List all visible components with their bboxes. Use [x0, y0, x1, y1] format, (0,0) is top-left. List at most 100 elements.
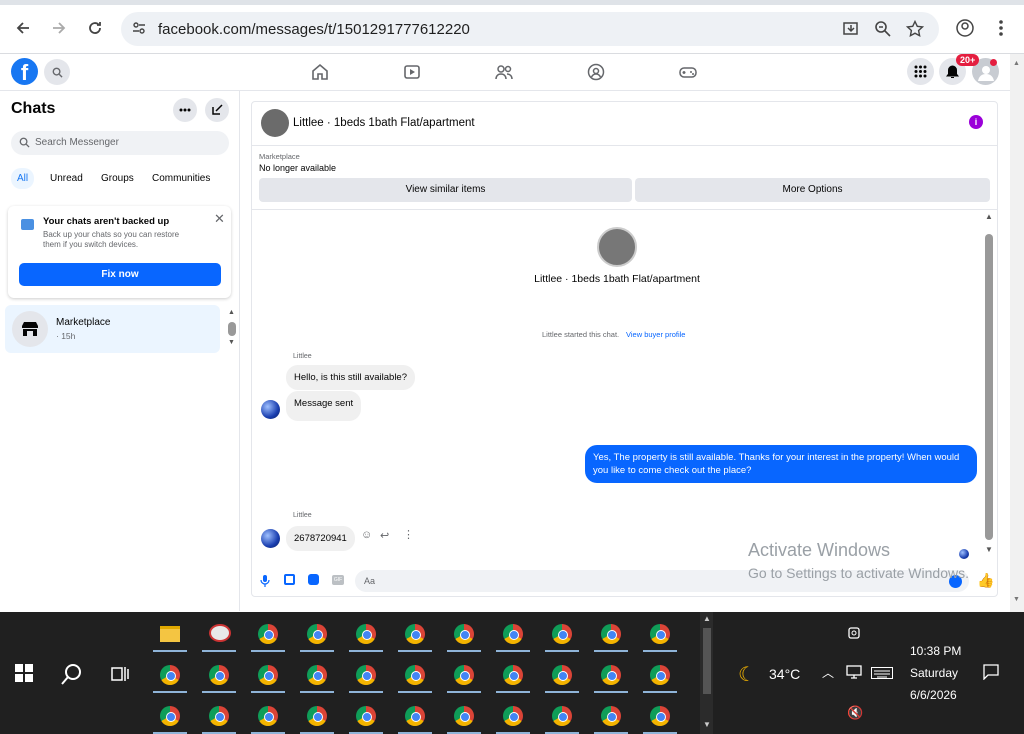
chrome-profile-icon[interactable] [650, 665, 670, 685]
microphone-icon[interactable] [260, 574, 270, 587]
volume-muted-icon[interactable]: 🔇 [847, 705, 863, 721]
chrome-profile-icon[interactable] [356, 706, 376, 726]
chrome-profile-icon[interactable] [601, 624, 621, 644]
chrome-profile-icon[interactable] [503, 706, 523, 726]
chrome-profile-icon[interactable] [356, 665, 376, 685]
scroll-down-arrow-icon[interactable]: ▼ [985, 545, 993, 554]
chrome-profile-icon[interactable] [405, 665, 425, 685]
forward-icon[interactable] [47, 16, 71, 40]
search-icon[interactable] [60, 662, 84, 691]
paint-app-icon[interactable] [209, 624, 231, 642]
chrome-profile-icon[interactable] [307, 706, 327, 726]
chrome-profile-icon[interactable] [552, 624, 572, 644]
chrome-profile-icon[interactable] [405, 624, 425, 644]
scroll-thumb[interactable] [703, 628, 711, 694]
chat-title[interactable]: Littlee · 1beds 1bath Flat/apartment [293, 117, 475, 129]
chrome-profile-icon[interactable] [405, 706, 425, 726]
clock-time[interactable]: 10:38 PM [910, 644, 961, 658]
gif-icon[interactable]: GIF [332, 575, 344, 585]
filter-groups[interactable]: Groups [101, 173, 134, 184]
chrome-profile-icon[interactable] [160, 706, 180, 726]
sender-avatar[interactable] [261, 529, 280, 548]
install-app-icon[interactable] [842, 20, 860, 38]
chrome-profile-icon[interactable] [307, 624, 327, 644]
chrome-profile-icon[interactable] [601, 665, 621, 685]
view-buyer-profile-link[interactable]: View buyer profile [626, 330, 685, 339]
scroll-down-arrow-icon[interactable]: ▼ [1013, 596, 1020, 603]
friends-icon[interactable] [495, 63, 515, 83]
message-bubble[interactable]: Message sent [286, 391, 362, 421]
back-icon[interactable] [11, 16, 35, 40]
profile-icon[interactable] [953, 16, 977, 40]
chrome-profile-icon[interactable] [503, 624, 523, 644]
file-explorer-icon[interactable] [160, 626, 180, 642]
scroll-up-arrow-icon[interactable]: ▲ [703, 614, 711, 623]
clock-date[interactable]: 6/6/2026 [910, 688, 957, 702]
photo-icon[interactable] [284, 574, 295, 585]
chrome-profile-icon[interactable] [258, 624, 278, 644]
chrome-profile-icon[interactable] [160, 665, 180, 685]
chrome-profile-icon[interactable] [258, 665, 278, 685]
clock-day[interactable]: Saturday [910, 666, 958, 680]
react-emoji-icon[interactable]: ☺ [361, 529, 372, 541]
chrome-profile-icon[interactable] [503, 665, 523, 685]
scroll-down-arrow-icon[interactable]: ▼ [228, 339, 235, 346]
scroll-thumb[interactable] [985, 234, 993, 540]
reload-icon[interactable] [83, 16, 107, 40]
page-scrollbar[interactable]: ▲ ▼ [1010, 54, 1024, 612]
bookmark-star-icon[interactable] [905, 19, 925, 38]
show-hidden-icons-chevron-icon[interactable]: ︿ [822, 664, 834, 681]
zoom-icon[interactable] [874, 20, 892, 38]
more-options-button[interactable]: More Options [635, 178, 990, 202]
windows-start-icon[interactable] [15, 664, 33, 687]
reply-icon[interactable]: ↩ [380, 529, 389, 542]
message-bubble[interactable]: 2678720941 [286, 526, 355, 551]
weather-moon-icon[interactable]: ☾ [738, 662, 756, 687]
scroll-thumb[interactable] [228, 322, 236, 336]
network-icon[interactable] [846, 665, 862, 684]
scroll-down-arrow-icon[interactable]: ▼ [703, 720, 711, 729]
chrome-profile-icon[interactable] [356, 624, 376, 644]
site-info-icon[interactable] [131, 20, 149, 38]
keyboard-icon[interactable] [871, 666, 893, 684]
fb-search-icon[interactable] [44, 59, 70, 85]
search-messenger-input[interactable]: Search Messenger [11, 131, 229, 155]
chrome-profile-icon[interactable] [258, 706, 278, 726]
chrome-profile-icon[interactable] [454, 706, 474, 726]
sender-avatar[interactable] [261, 400, 280, 419]
view-similar-items-button[interactable]: View similar items [259, 178, 632, 202]
chrome-profile-icon[interactable] [209, 665, 229, 685]
gaming-icon[interactable] [679, 63, 699, 83]
filter-communities[interactable]: Communities [152, 173, 210, 184]
fix-now-button[interactable]: Fix now [19, 263, 221, 286]
chrome-profile-icon[interactable] [552, 665, 572, 685]
chrome-profile-icon[interactable] [650, 624, 670, 644]
video-icon[interactable] [403, 63, 423, 83]
chat-scrollbar[interactable]: ▲ ▼ [984, 212, 994, 562]
task-view-icon[interactable] [110, 664, 130, 689]
conversation-item-marketplace[interactable]: Marketplace · 15h [5, 305, 220, 353]
scroll-up-arrow-icon[interactable]: ▲ [985, 212, 993, 221]
scroll-up-arrow-icon[interactable]: ▲ [1013, 60, 1020, 67]
chrome-profile-icon[interactable] [209, 706, 229, 726]
address-bar[interactable]: facebook.com/messages/t/1501291777612220 [121, 12, 939, 46]
more-options-icon[interactable] [173, 98, 197, 122]
browser-menu-icon[interactable] [989, 16, 1013, 40]
menu-grid-icon[interactable] [907, 58, 934, 85]
thumbs-up-icon[interactable]: 👍 [977, 572, 994, 589]
scroll-up-arrow-icon[interactable]: ▲ [228, 309, 235, 316]
facebook-logo[interactable]: f [11, 58, 38, 85]
groups-icon[interactable] [587, 63, 607, 83]
weather-temp[interactable]: 34°C [769, 666, 800, 682]
chrome-profile-icon[interactable] [454, 665, 474, 685]
chrome-profile-icon[interactable] [650, 706, 670, 726]
sent-message-bubble[interactable]: Yes, The property is still available. Th… [585, 445, 977, 483]
taskbar-scrollbar[interactable]: ▲ ▼ [700, 612, 713, 734]
listing-photo[interactable] [597, 227, 637, 267]
listing-thumbnail[interactable] [261, 109, 289, 137]
chrome-profile-icon[interactable] [454, 624, 474, 644]
url-text[interactable]: facebook.com/messages/t/1501291777612220 [158, 21, 470, 38]
new-message-icon[interactable] [205, 98, 229, 122]
filter-unread[interactable]: Unread [50, 173, 83, 184]
meet-now-icon[interactable] [847, 626, 861, 645]
